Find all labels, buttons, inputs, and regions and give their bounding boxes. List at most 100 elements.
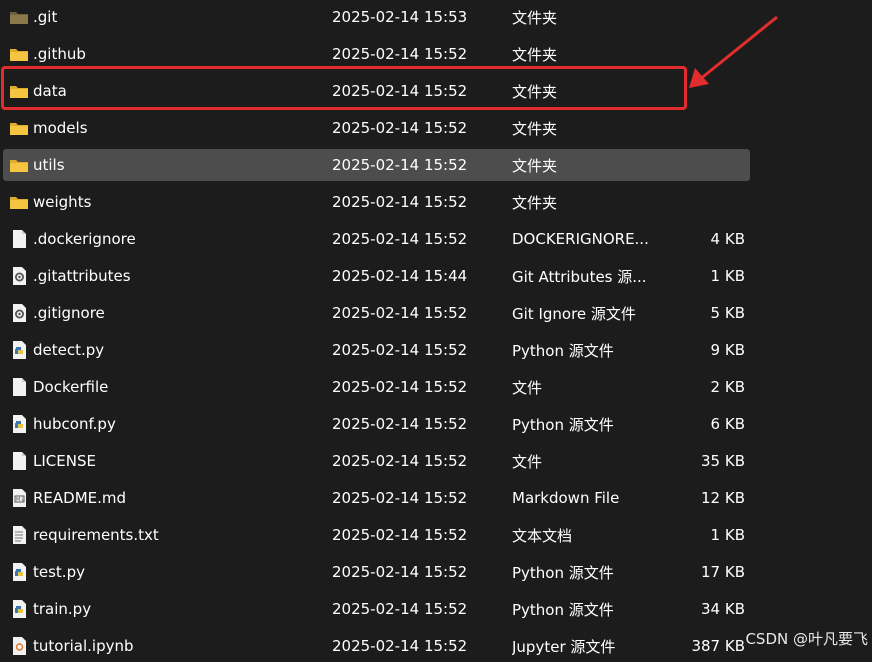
gear-file-icon: [9, 303, 29, 323]
annotation-arrow-icon: [689, 15, 778, 88]
file-modified-date: 2025-02-14 15:52: [332, 526, 468, 544]
folder-icon: [9, 192, 29, 212]
file-modified-date: 2025-02-14 15:52: [332, 637, 468, 655]
file-modified-date: 2025-02-14 15:53: [332, 8, 468, 26]
python-file-icon: [9, 340, 29, 360]
file-type: 文件夹: [512, 193, 558, 212]
folder-icon: [9, 44, 29, 64]
file-type: Markdown File: [512, 489, 620, 507]
file-name: models: [33, 119, 88, 137]
file-row[interactable]: tutorial.ipynb 2025-02-14 15:52 Jupyter 源文…: [3, 630, 750, 662]
folder-dim-icon: [9, 7, 29, 27]
file-size: 34 KB: [701, 600, 745, 618]
file-type: Jupyter 源文件: [512, 637, 616, 656]
file-size: 387 KB: [691, 637, 745, 655]
folder-icon: [9, 118, 29, 138]
file-modified-date: 2025-02-14 15:52: [332, 193, 468, 211]
file-row[interactable]: test.py 2025-02-14 15:52 Python 源文件 17 KB: [3, 556, 750, 588]
notebook-file-icon: [9, 636, 29, 656]
file-name: .gitignore: [33, 304, 105, 322]
file-type: Python 源文件: [512, 600, 614, 619]
file-name: Dockerfile: [33, 378, 109, 396]
python-file-icon: [9, 414, 29, 434]
file-row[interactable]: .git 2025-02-14 15:53 文件夹: [3, 1, 750, 33]
file-size: 9 KB: [710, 341, 745, 359]
python-file-icon: [9, 562, 29, 582]
python-file-icon: [9, 599, 29, 619]
file-type: Python 源文件: [512, 415, 614, 434]
file-name: .dockerignore: [33, 230, 136, 248]
file-modified-date: 2025-02-14 15:52: [332, 563, 468, 581]
file-row[interactable]: utils 2025-02-14 15:52 文件夹: [3, 149, 750, 181]
markdown-file-icon: M↓: [9, 488, 29, 508]
file-modified-date: 2025-02-14 15:52: [332, 489, 468, 507]
svg-text:M↓: M↓: [16, 497, 25, 503]
file-name: requirements.txt: [33, 526, 159, 544]
file-name: hubconf.py: [33, 415, 116, 433]
file-modified-date: 2025-02-14 15:52: [332, 45, 468, 63]
file-size: 6 KB: [710, 415, 745, 433]
file-type: 文件: [512, 378, 543, 397]
file-row[interactable]: LICENSE 2025-02-14 15:52 文件 35 KB: [3, 445, 750, 477]
file-row[interactable]: M↓ README.md 2025-02-14 15:52 Markdown File…: [3, 482, 750, 514]
gear-file-icon: [9, 266, 29, 286]
file-modified-date: 2025-02-14 15:52: [332, 452, 468, 470]
file-type: 文件夹: [512, 119, 558, 138]
file-name: tutorial.ipynb: [33, 637, 134, 655]
file-name: .gitattributes: [33, 267, 131, 285]
file-row[interactable]: .gitignore 2025-02-14 15:52 Git Ignore 源文件…: [3, 297, 750, 329]
file-name: .git: [33, 8, 58, 26]
file-type: Python 源文件: [512, 341, 614, 360]
file-row[interactable]: detect.py 2025-02-14 15:52 Python 源文件 9 KB: [3, 334, 750, 366]
file-type: 文件夹: [512, 45, 558, 64]
file-modified-date: 2025-02-14 15:52: [332, 378, 468, 396]
text-file-icon: [9, 525, 29, 545]
file-row[interactable]: requirements.txt 2025-02-14 15:52 文本文档 1 KB: [3, 519, 750, 551]
file-modified-date: 2025-02-14 15:52: [332, 341, 468, 359]
file-icon: [9, 451, 29, 471]
file-type: 文件夹: [512, 156, 558, 175]
folder-icon: [9, 155, 29, 175]
file-name: LICENSE: [33, 452, 96, 470]
file-row[interactable]: hubconf.py 2025-02-14 15:52 Python 源文件 6 KB: [3, 408, 750, 440]
file-type: Git Ignore 源文件: [512, 304, 636, 323]
file-name: train.py: [33, 600, 92, 618]
file-row[interactable]: weights 2025-02-14 15:52 文件夹: [3, 186, 750, 218]
file-size: 2 KB: [710, 378, 745, 396]
file-type: 文件夹: [512, 8, 558, 27]
annotation-highlight-box: [1, 66, 687, 110]
file-row[interactable]: Dockerfile 2025-02-14 15:52 文件 2 KB: [3, 371, 750, 403]
file-modified-date: 2025-02-14 15:52: [332, 230, 468, 248]
file-modified-date: 2025-02-14 15:52: [332, 304, 468, 322]
file-type: Python 源文件: [512, 563, 614, 582]
file-icon: [9, 229, 29, 249]
file-type: Git Attributes 源...: [512, 267, 647, 286]
file-name: .github: [33, 45, 86, 63]
file-name: detect.py: [33, 341, 105, 359]
file-size: 1 KB: [710, 526, 745, 544]
file-modified-date: 2025-02-14 15:44: [332, 267, 468, 285]
file-name: README.md: [33, 489, 127, 507]
file-size: 4 KB: [710, 230, 745, 248]
file-size: 35 KB: [701, 452, 745, 470]
file-name: weights: [33, 193, 92, 211]
file-row[interactable]: train.py 2025-02-14 15:52 Python 源文件 34 KB: [3, 593, 750, 625]
file-size: 12 KB: [701, 489, 745, 507]
file-icon: [9, 377, 29, 397]
file-name: utils: [33, 156, 65, 174]
file-modified-date: 2025-02-14 15:52: [332, 119, 468, 137]
watermark: CSDN @叶凡要飞: [745, 630, 868, 648]
file-type: 文本文档: [512, 526, 573, 545]
file-modified-date: 2025-02-14 15:52: [332, 415, 468, 433]
file-name: test.py: [33, 563, 85, 581]
file-size: 17 KB: [701, 563, 745, 581]
file-type: DOCKERIGNORE...: [512, 230, 649, 248]
file-row[interactable]: .dockerignore 2025-02-14 15:52 DOCKERIGNOR…: [3, 223, 750, 255]
file-modified-date: 2025-02-14 15:52: [332, 156, 468, 174]
file-row[interactable]: models 2025-02-14 15:52 文件夹: [3, 112, 750, 144]
file-size: 5 KB: [710, 304, 745, 322]
file-size: 1 KB: [710, 267, 745, 285]
file-modified-date: 2025-02-14 15:52: [332, 600, 468, 618]
file-type: 文件: [512, 452, 543, 471]
file-row[interactable]: .gitattributes 2025-02-14 15:44 Git Attrib…: [3, 260, 750, 292]
